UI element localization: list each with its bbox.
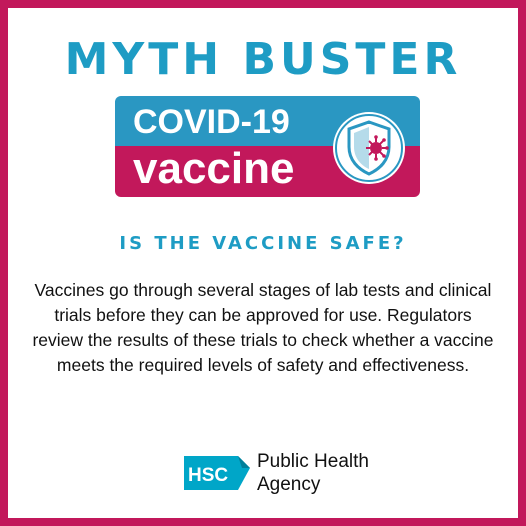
org-name: Public Health Agency (257, 450, 369, 496)
poster: MYTH BUSTER COVID-19 vaccine IS THE VACC… (8, 8, 518, 518)
answer-paragraph: Vaccines go through several stages of la… (32, 280, 494, 375)
covid-vaccine-logo: COVID-19 vaccine (115, 96, 420, 197)
org-name-line1: Public Health (257, 451, 369, 472)
org-name-line2: Agency (257, 474, 321, 495)
logo-vaccine-text: vaccine (133, 144, 295, 193)
shield-virus-icon (331, 110, 407, 186)
question-heading: IS THE VACCINE SAFE? (119, 233, 407, 254)
logo-covid-text: COVID-19 (133, 103, 290, 141)
page-title: MYTH BUSTER (64, 34, 462, 85)
hsc-abbrev: HSC (188, 465, 228, 486)
hsc-logo: HSC (182, 452, 252, 494)
